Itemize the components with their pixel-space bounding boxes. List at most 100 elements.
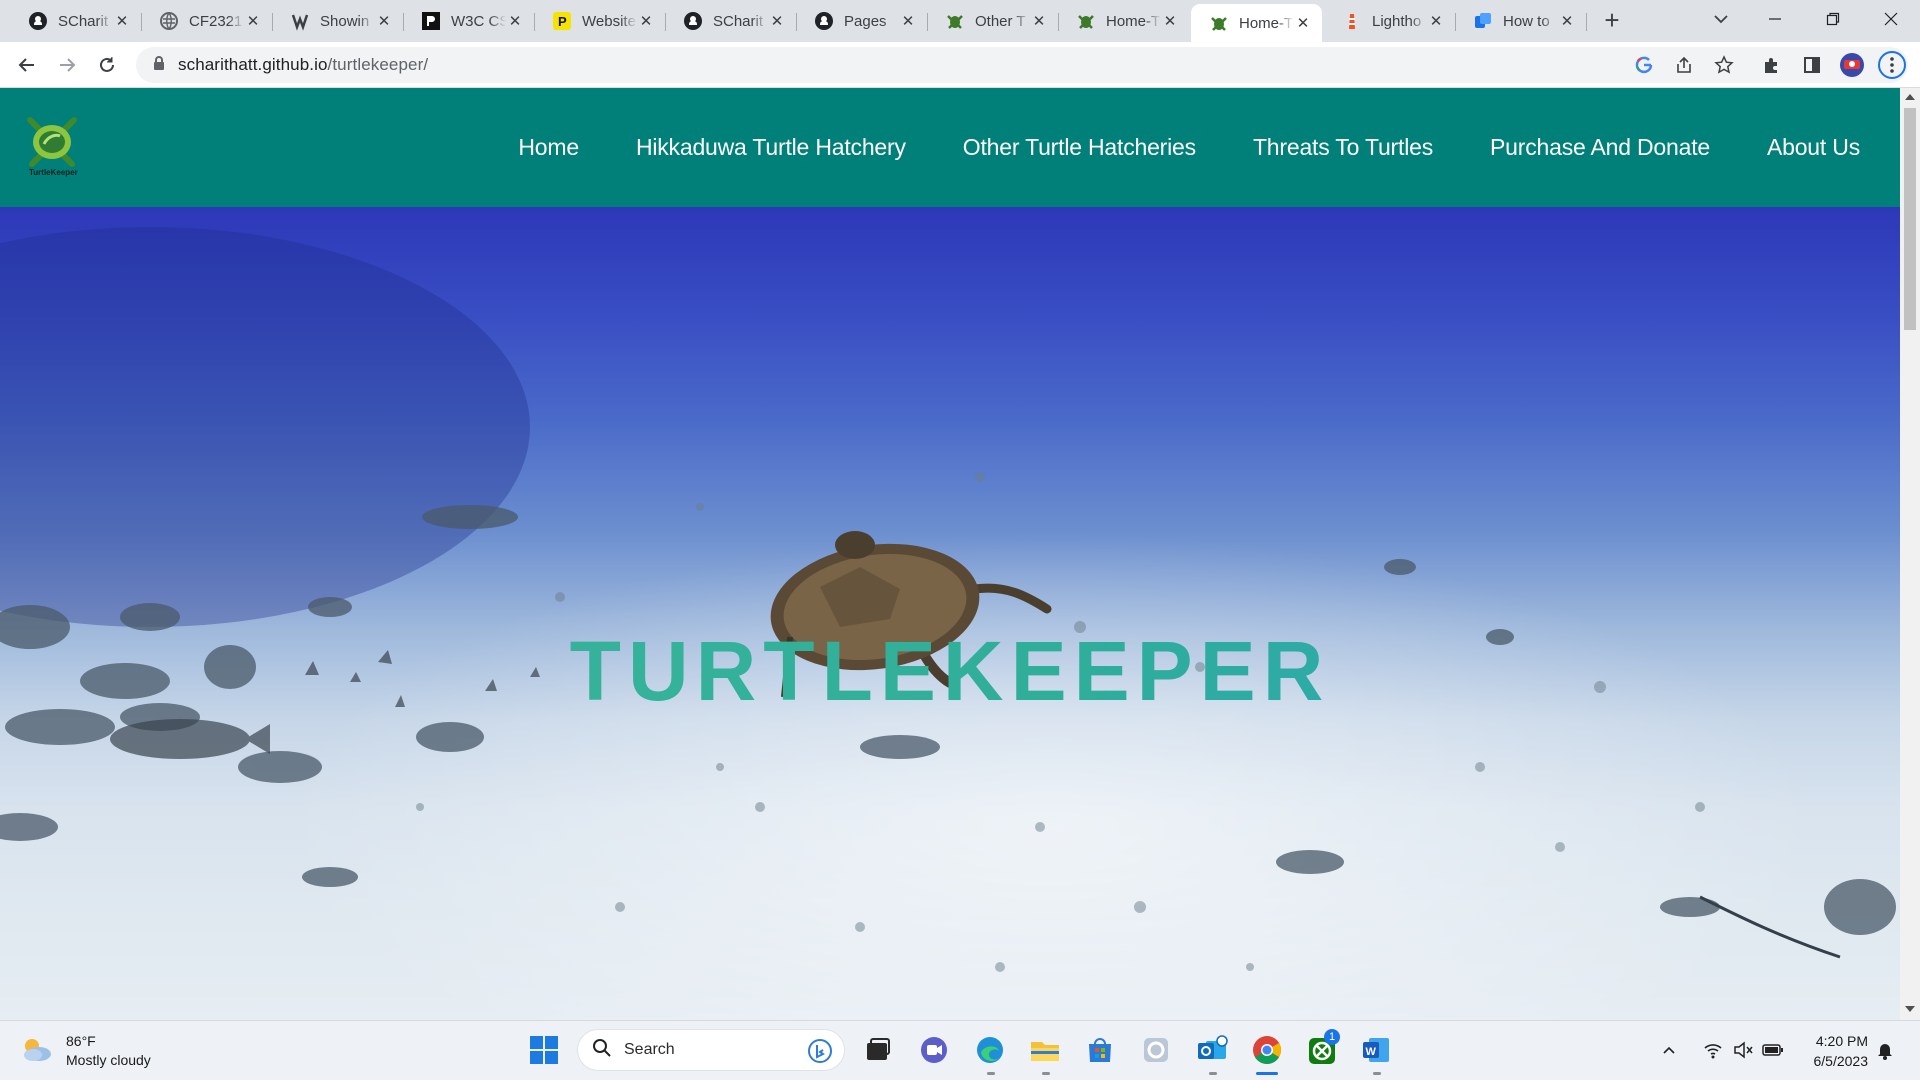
microsoft-store-icon[interactable]: [1081, 1031, 1119, 1069]
extensions-puzzle-icon[interactable]: [1758, 51, 1786, 79]
reload-icon[interactable]: [93, 51, 121, 79]
close-icon[interactable]: ✕: [244, 12, 262, 30]
tab-3[interactable]: Showin ✕: [272, 4, 403, 38]
word-icon[interactable]: W: [1357, 1031, 1395, 1069]
windows-taskbar: 86°F Mostly cloudy Search 1 W 4:20 PM 6/…: [0, 1020, 1920, 1080]
tab-6[interactable]: SCharit ✕: [665, 4, 796, 38]
close-icon[interactable]: ✕: [637, 12, 655, 30]
tab-search-chevron-icon[interactable]: [1710, 8, 1732, 30]
battery-icon[interactable]: [1758, 1031, 1788, 1069]
close-icon[interactable]: ✕: [1161, 12, 1179, 30]
close-icon[interactable]: ✕: [1558, 12, 1576, 30]
turtle-icon: [1209, 13, 1229, 33]
close-icon[interactable]: ✕: [506, 12, 524, 30]
wifi-icon[interactable]: [1698, 1031, 1728, 1069]
file-explorer-icon[interactable]: [1026, 1031, 1064, 1069]
chrome-active-indicator: [1256, 1072, 1278, 1075]
search-icon: [592, 1038, 612, 1063]
weather-description: Mostly cloudy: [66, 1052, 151, 1068]
web-page: TurtleKeeper Home Hikkaduwa Turtle Hatch…: [0, 88, 1900, 1020]
back-arrow-icon[interactable]: [13, 51, 41, 79]
scroll-down-arrow-icon[interactable]: [1905, 1006, 1915, 1012]
close-icon[interactable]: ✕: [1030, 12, 1048, 30]
underwater-scene-image: [0, 227, 1896, 972]
speaker-muted-icon[interactable]: [1728, 1031, 1758, 1069]
tab-title: How to: [1503, 12, 1550, 30]
clock-time: 4:20 PM: [1815, 1033, 1868, 1049]
page-scrollbar[interactable]: [1900, 88, 1920, 1020]
close-icon[interactable]: ✕: [113, 12, 131, 30]
app-icon[interactable]: [1137, 1031, 1175, 1069]
hero-title: TURTLEKEEPER: [0, 623, 1900, 720]
close-icon[interactable]: ✕: [1427, 12, 1445, 30]
nav-other-turtle-hatcheries[interactable]: Other Turtle Hatcheries: [963, 134, 1196, 161]
close-window-button[interactable]: [1868, 4, 1914, 34]
tab-title: CF2321: [189, 12, 243, 30]
windows-start-icon[interactable]: [525, 1031, 563, 1069]
p-icon: P: [552, 11, 572, 31]
task-view-icon[interactable]: [859, 1031, 897, 1069]
close-icon[interactable]: ✕: [1294, 14, 1312, 32]
site-navbar: TurtleKeeper Home Hikkaduwa Turtle Hatch…: [0, 88, 1900, 207]
tab-8[interactable]: Other T ✕: [927, 4, 1058, 38]
bookmark-star-icon[interactable]: [1710, 51, 1738, 79]
w3c-icon: [421, 11, 441, 31]
nav-threats-to-turtles[interactable]: Threats To Turtles: [1253, 134, 1433, 161]
tab-4[interactable]: W3C CS ✕: [403, 4, 534, 38]
edge-browser-icon[interactable]: [971, 1031, 1009, 1069]
main-nav: Home Hikkaduwa Turtle Hatchery Other Tur…: [461, 88, 1860, 207]
tab-7[interactable]: Pages ✕: [796, 4, 927, 38]
nav-hikkaduwa-turtle-hatchery[interactable]: Hikkaduwa Turtle Hatchery: [636, 134, 906, 161]
forward-arrow-icon[interactable]: [53, 51, 81, 79]
bing-icon[interactable]: [808, 1039, 832, 1068]
taskbar-clock[interactable]: 4:20 PM 6/5/2023: [1804, 1031, 1869, 1071]
search-label: Search: [624, 1041, 675, 1058]
url-host: scharithatt.github.io: [178, 55, 328, 74]
tab-title: W3C CS: [451, 12, 506, 30]
outlook-icon[interactable]: [1193, 1031, 1231, 1069]
nav-about-us[interactable]: About Us: [1767, 134, 1860, 161]
tab-2[interactable]: CF2321 ✕: [141, 4, 272, 38]
scroll-up-arrow-icon[interactable]: [1905, 94, 1915, 100]
github-icon: [28, 11, 48, 31]
weather-temperature: 86°F: [66, 1033, 96, 1049]
blue-app-icon: [1473, 11, 1493, 31]
tab-title: Lightho: [1372, 12, 1422, 30]
scrollbar-thumb[interactable]: [1904, 108, 1916, 330]
profile-avatar-icon[interactable]: [1838, 51, 1866, 79]
tab-12[interactable]: How to ✕: [1455, 4, 1586, 38]
tab-10-active[interactable]: Home-T ✕: [1191, 4, 1322, 42]
new-tab-button[interactable]: +: [1598, 6, 1626, 34]
lock-icon[interactable]: [152, 55, 166, 76]
close-icon[interactable]: ✕: [899, 12, 917, 30]
svg-text:P: P: [558, 14, 567, 29]
tab-11[interactable]: Lightho ✕: [1324, 4, 1455, 38]
tab-title: SCharit: [713, 12, 764, 30]
weather-widget[interactable]: 86°F Mostly cloudy: [20, 1032, 151, 1070]
close-icon[interactable]: ✕: [375, 12, 393, 30]
teams-chat-icon[interactable]: [915, 1031, 953, 1069]
tab-5[interactable]: P Website ✕: [534, 4, 665, 38]
restore-button[interactable]: [1810, 4, 1856, 34]
close-icon[interactable]: ✕: [768, 12, 786, 30]
taskbar-search-box[interactable]: Search: [577, 1029, 845, 1071]
chrome-icon[interactable]: [1248, 1031, 1286, 1069]
share-icon[interactable]: [1670, 51, 1698, 79]
notification-bell-icon[interactable]: [1870, 1031, 1900, 1069]
outlook-running-indicator: [1209, 1072, 1217, 1075]
url-text[interactable]: scharithatt.github.io/turtlekeeper/: [178, 55, 428, 75]
nav-home[interactable]: Home: [518, 134, 579, 161]
tab-title: SCharit: [58, 12, 109, 30]
google-icon[interactable]: [1630, 51, 1658, 79]
minimize-button[interactable]: [1752, 4, 1798, 34]
tab-1[interactable]: SCharit ✕: [10, 4, 141, 38]
hero-video-banner: TURTLEKEEPER: [0, 207, 1900, 1020]
nav-purchase-and-donate[interactable]: Purchase And Donate: [1490, 134, 1710, 161]
show-hidden-icons-chevron-icon[interactable]: [1654, 1031, 1684, 1069]
edge-running-indicator: [987, 1072, 995, 1075]
side-panel-icon[interactable]: [1798, 51, 1826, 79]
tab-9[interactable]: Home-T ✕: [1058, 4, 1189, 38]
cloudy-weather-icon: [20, 1035, 54, 1068]
chrome-menu-icon[interactable]: [1878, 51, 1906, 79]
clock-date: 6/5/2023: [1813, 1053, 1869, 1069]
